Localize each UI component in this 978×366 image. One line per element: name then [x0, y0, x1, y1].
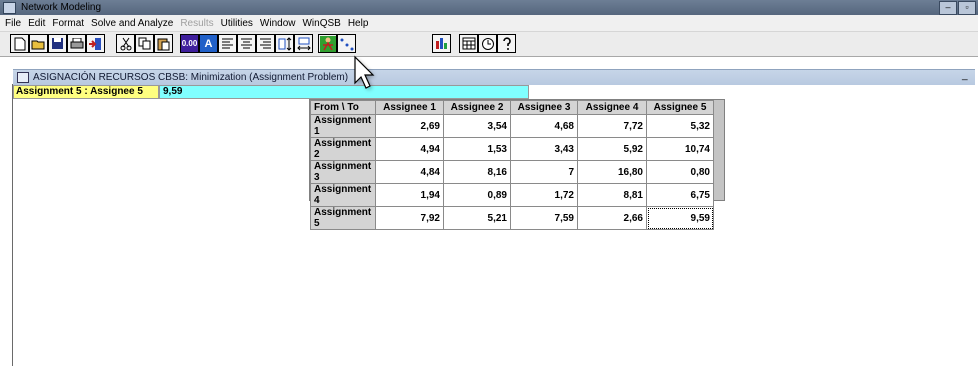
column-header[interactable]: Assignee 1 [375, 100, 444, 115]
solve-person-icon[interactable] [318, 34, 337, 53]
toolbar: 0.00 A [0, 32, 978, 57]
table-cell[interactable]: 7,59 [510, 206, 578, 230]
exit-door-icon[interactable] [86, 34, 105, 53]
font-button[interactable]: A [199, 34, 218, 53]
menu-help[interactable]: Help [348, 18, 369, 29]
column-header[interactable]: Assignee 4 [577, 100, 647, 115]
table-cell[interactable]: 2,66 [577, 206, 647, 230]
paste-icon[interactable] [154, 34, 173, 53]
column-header[interactable]: Assignee 3 [510, 100, 578, 115]
table-cell[interactable]: 10,74 [646, 137, 714, 161]
bar-chart-icon[interactable] [432, 34, 451, 53]
cell-reference-label: Assignment 5 : Assignee 5 [13, 85, 159, 99]
menu-edit[interactable]: Edit [28, 18, 45, 29]
row-header[interactable]: Assignment 2 [310, 137, 376, 161]
row-height-icon[interactable] [275, 34, 294, 53]
table-cell[interactable]: 7 [510, 160, 578, 184]
table-row: Assignment 2 4,94 1,53 3,43 5,92 10,74 [310, 137, 714, 161]
table-cell[interactable]: 5,92 [577, 137, 647, 161]
help-question-icon[interactable] [497, 34, 516, 53]
table-cell[interactable]: 5,21 [443, 206, 511, 230]
spreadsheet-window-title: ASIGNACIÓN RECURSOS CBSB: Minimization (… [33, 72, 349, 83]
child-minimize-button[interactable]: _ [962, 71, 972, 82]
graph-network-icon[interactable] [337, 34, 356, 53]
restore-button[interactable]: ▫ [958, 1, 976, 15]
table-cell[interactable]: 7,92 [375, 206, 444, 230]
app-title-bar: Network Modeling – ▫ [0, 0, 978, 15]
clock-icon[interactable] [478, 34, 497, 53]
table-cell[interactable]: 4,68 [510, 114, 578, 138]
save-disk-icon[interactable] [48, 34, 67, 53]
print-icon[interactable] [67, 34, 86, 53]
table-row: Assignment 5 7,92 5,21 7,59 2,66 9,59 [310, 206, 714, 230]
app-title: Network Modeling [21, 2, 102, 13]
new-file-icon[interactable] [10, 34, 29, 53]
table-cell[interactable]: 1,94 [375, 183, 444, 207]
window-left-border [12, 84, 13, 366]
copy-icon[interactable] [135, 34, 154, 53]
table-row: Assignment 3 4,84 8,16 7 16,80 0,80 [310, 160, 714, 184]
align-center-icon[interactable] [237, 34, 256, 53]
table-cell[interactable]: 3,43 [510, 137, 578, 161]
table-cell[interactable]: 1,53 [443, 137, 511, 161]
menu-utilities[interactable]: Utilities [221, 18, 253, 29]
cell-value-input[interactable]: 9,59 [159, 85, 529, 99]
document-window-icon [17, 72, 29, 83]
open-folder-icon[interactable] [29, 34, 48, 53]
app-icon [3, 1, 16, 14]
table-cell[interactable]: 6,75 [646, 183, 714, 207]
row-header[interactable]: Assignment 1 [310, 114, 376, 138]
table-cell[interactable]: 8,81 [577, 183, 647, 207]
menu-bar: File Edit Format Solve and Analyze Resul… [0, 15, 978, 32]
menu-format[interactable]: Format [52, 18, 84, 29]
spreadsheet-window-title-bar: ASIGNACIÓN RECURSOS CBSB: Minimization (… [13, 69, 975, 85]
table-cell[interactable]: 1,72 [510, 183, 578, 207]
align-left-icon[interactable] [218, 34, 237, 53]
calculator-icon[interactable] [459, 34, 478, 53]
table-cell[interactable]: 2,69 [375, 114, 444, 138]
table-row: Assignment 1 2,69 3,54 4,68 7,72 5,32 [310, 114, 714, 138]
menu-results[interactable]: Results [180, 18, 213, 29]
row-header[interactable]: Assignment 4 [310, 183, 376, 207]
table-cell[interactable]: 16,80 [577, 160, 647, 184]
table-row: Assignment 4 1,94 0,89 1,72 8,81 6,75 [310, 183, 714, 207]
menu-solve-and-analyze[interactable]: Solve and Analyze [91, 18, 173, 29]
mouse-cursor-icon [351, 55, 381, 98]
table-cell[interactable]: 8,16 [443, 160, 511, 184]
row-header[interactable]: Assignment 5 [310, 206, 376, 230]
table-cell[interactable]: 5,32 [646, 114, 714, 138]
column-width-icon[interactable] [294, 34, 313, 53]
corner-header: From \ To [310, 100, 376, 115]
table-cell[interactable]: 4,94 [375, 137, 444, 161]
menu-file[interactable]: File [5, 18, 21, 29]
table-cell[interactable]: 0,89 [443, 183, 511, 207]
table-cell[interactable]: 4,84 [375, 160, 444, 184]
menu-window[interactable]: Window [260, 18, 296, 29]
number-format-button[interactable]: 0.00 [180, 34, 199, 53]
row-header[interactable]: Assignment 3 [310, 160, 376, 184]
menu-winqsb[interactable]: WinQSB [302, 18, 340, 29]
minimize-button[interactable]: – [939, 1, 957, 15]
table-cell[interactable]: 3,54 [443, 114, 511, 138]
cut-icon[interactable] [116, 34, 135, 53]
table-cell[interactable]: 0,80 [646, 160, 714, 184]
selected-table-cell[interactable]: 9,59 [646, 206, 714, 230]
cell-edit-bar: Assignment 5 : Assignee 5 9,59 [13, 85, 529, 99]
column-header[interactable]: Assignee 2 [443, 100, 511, 115]
assignment-table-panel: From \ To Assignee 1 Assignee 2 Assignee… [309, 99, 725, 230]
align-right-icon[interactable] [256, 34, 275, 53]
table-cell[interactable]: 7,72 [577, 114, 647, 138]
assignment-table: From \ To Assignee 1 Assignee 2 Assignee… [310, 100, 714, 230]
column-header[interactable]: Assignee 5 [646, 100, 714, 115]
